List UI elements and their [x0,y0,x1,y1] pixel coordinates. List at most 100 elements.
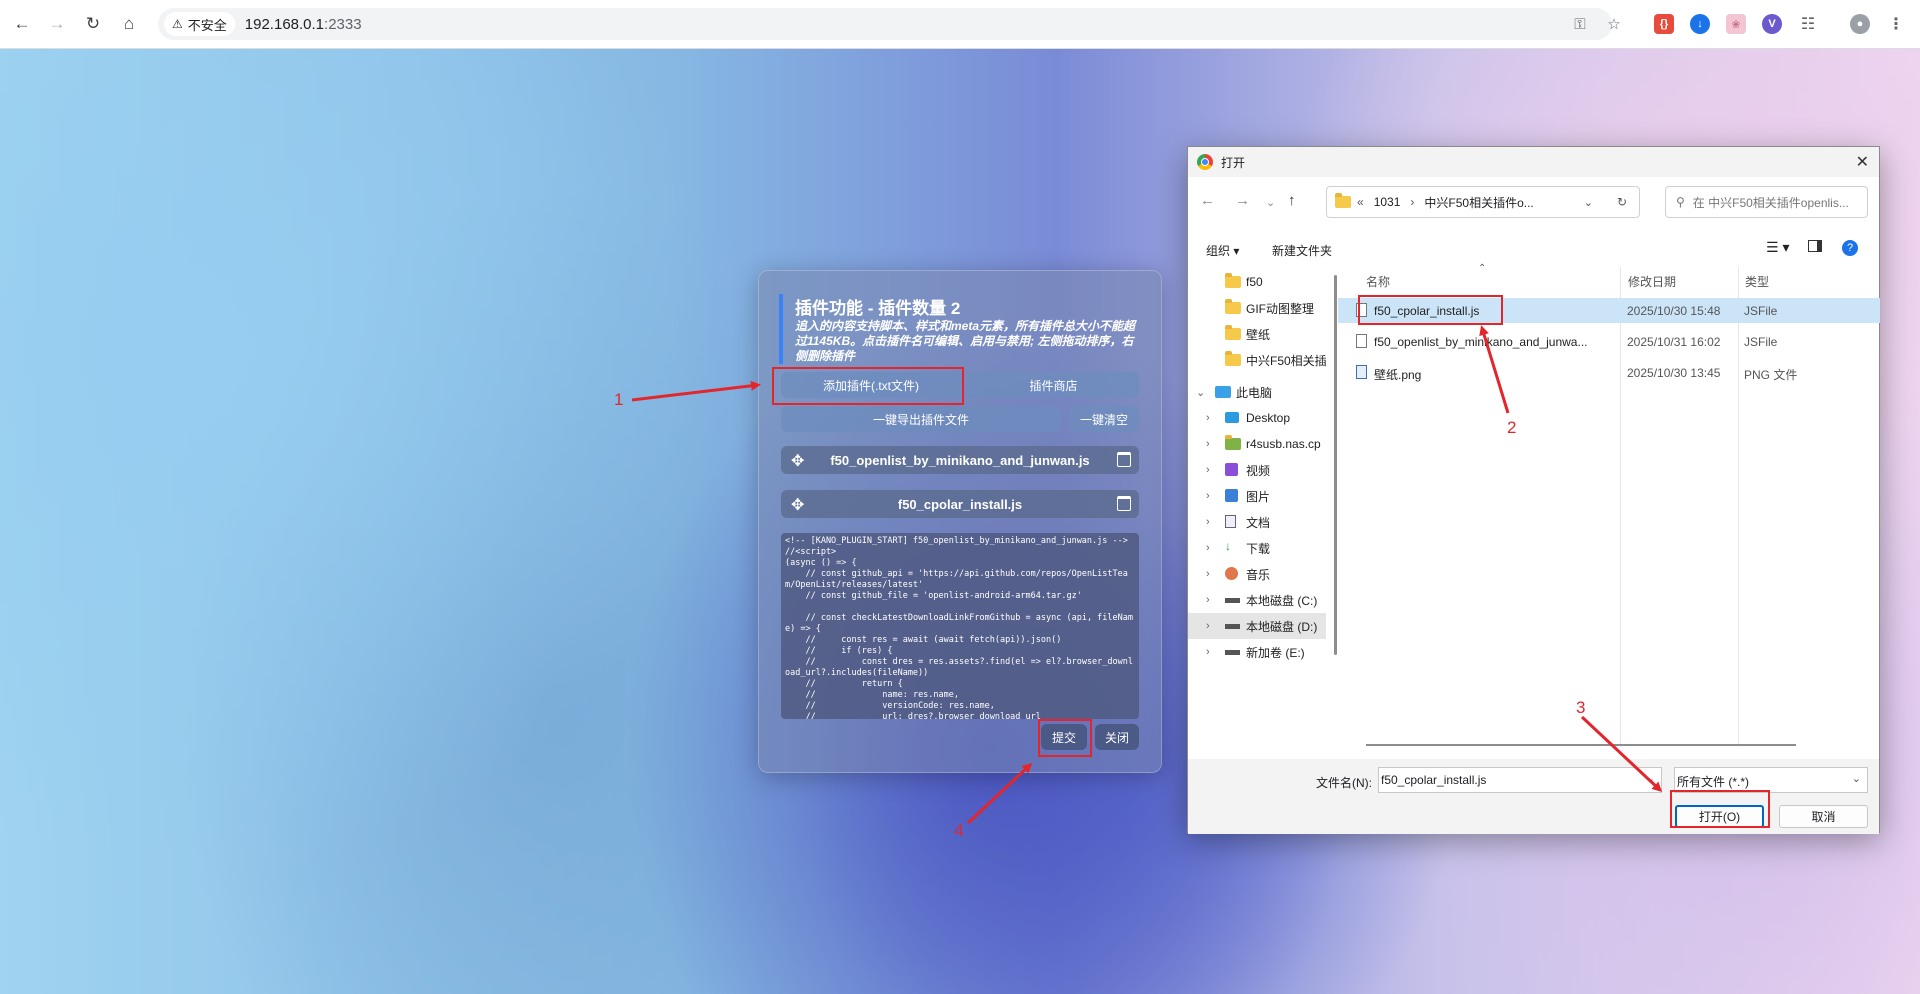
export-plugins-button[interactable]: 一键导出插件文件 [781,406,1061,432]
chevron-right-icon[interactable]: › [1206,438,1210,450]
chevron-down-icon[interactable]: ⌄ [1852,772,1861,785]
url-text: 192.168.0.1:2333 [245,16,362,33]
breadcrumb-item[interactable]: 中兴F50相关插件o... [1424,194,1533,211]
plugin-item[interactable]: ✥ f50_cpolar_install.js [781,490,1139,518]
drag-handle-icon[interactable]: ✥ [791,451,804,471]
tree-item-nas[interactable]: › r4susb.nas.cp [1188,431,1326,457]
new-folder-button[interactable]: 新建文件夹 [1272,242,1332,259]
annotation-number-1: 1 [614,390,624,409]
home-icon[interactable]: ⌂ [116,11,142,37]
tree-item-zte-plugins[interactable]: 中兴F50相关插 [1188,347,1326,373]
tree-item-wallpaper[interactable]: 壁纸 [1188,321,1326,347]
extension-code-icon[interactable]: {} [1654,14,1674,34]
tree-item-documents[interactable]: › 文档 [1188,509,1326,535]
plugin-item[interactable]: ✥ f50_openlist_by_minikano_and_junwan.js [781,446,1139,474]
network-folder-icon [1225,435,1241,450]
search-icon: ⚲ [1676,195,1685,209]
tree-item-f50[interactable]: f50 [1188,269,1326,295]
refresh-icon[interactable]: ↻ [1617,195,1627,209]
back-icon[interactable]: ← [9,11,35,37]
chevron-right-icon[interactable]: › [1206,542,1210,554]
menu-kebab-icon[interactable]: ⋮ [1886,14,1906,34]
breadcrumb-overflow[interactable]: « [1357,195,1364,209]
plugin-code-text[interactable]: <!-- [KANO_PLUGIN_START] f50_openlist_by… [785,536,1135,719]
clear-all-button[interactable]: 一键清空 [1069,406,1139,432]
chevron-right-icon[interactable]: › [1206,490,1210,502]
search-input[interactable]: ⚲ 在 中兴F50相关插件openlis... [1665,186,1868,218]
path-bar[interactable]: « 1031 › 中兴F50相关插件o... ⌄ ↻ [1326,186,1640,218]
tree-item-pictures[interactable]: › 图片 [1188,483,1326,509]
search-placeholder: 在 中兴F50相关插件openlis... [1692,195,1849,210]
chevron-right-icon[interactable]: › [1206,412,1210,424]
tree-item-drive-c[interactable]: › 本地磁盘 (C:) [1188,587,1326,613]
profile-avatar[interactable]: ● [1850,14,1870,34]
back-icon[interactable]: ← [1200,192,1215,209]
forward-icon[interactable]: → [1235,192,1250,209]
tree-item-desktop[interactable]: › Desktop [1188,405,1326,431]
tree-item-gif[interactable]: GIF动图整理 [1188,295,1326,321]
file-row[interactable]: 壁纸.png 2025/10/30 13:45 PNG 文件 [1338,360,1880,385]
column-name[interactable]: 名称 [1366,273,1390,290]
close-icon[interactable]: ✕ [1856,152,1869,172]
chevron-right-icon[interactable]: › [1206,620,1210,632]
chevron-right-icon[interactable]: › [1206,594,1210,606]
tree-item-drive-e[interactable]: › 新加卷 (E:) [1188,639,1326,665]
tree-item-label: 中兴F50相关插 [1246,353,1326,368]
path-dropdown-icon[interactable]: ⌄ [1584,196,1593,209]
file-date: 2025/10/31 16:02 [1627,335,1721,349]
history-chevron-icon[interactable]: ⌄ [1266,196,1275,209]
trash-icon[interactable] [1117,496,1131,511]
plugin-name[interactable]: f50_cpolar_install.js [898,497,1022,512]
column-date[interactable]: 修改日期 [1628,273,1676,290]
tree-item-label: 下载 [1246,541,1271,556]
help-icon[interactable]: ? [1842,240,1858,256]
view-options-icon[interactable]: ☰ ▾ [1766,239,1789,256]
filename-label: 文件名(N): [1316,776,1372,790]
close-button[interactable]: 关闭 [1095,724,1139,750]
filename-value[interactable]: f50_cpolar_install.js [1381,773,1486,787]
chevron-right-icon[interactable]: › [1206,516,1210,528]
file-date: 2025/10/30 15:48 [1627,304,1721,318]
tree-item-downloads[interactable]: › ↓ 下载 [1188,535,1326,561]
file-row[interactable]: f50_openlist_by_minikano_and_junwa... 20… [1338,329,1880,354]
chevron-down-icon[interactable]: ⌄ [1646,772,1655,785]
trash-icon[interactable] [1117,452,1131,467]
chevron-right-icon[interactable]: › [1206,568,1210,580]
up-folder-icon[interactable]: ↑ [1288,192,1296,209]
panel-title: 插件功能 - 插件数量 2 [779,294,1139,319]
cancel-button[interactable]: 取消 [1779,805,1868,828]
horizontal-scrollbar[interactable] [1366,744,1796,746]
sort-ascending-icon: ⌃ [1478,263,1487,274]
key-icon[interactable]: ⚿ [1570,14,1590,34]
filename-input[interactable]: f50_cpolar_install.js ⌄ [1378,767,1662,793]
plugin-name[interactable]: f50_openlist_by_minikano_and_junwan.js [830,453,1089,468]
extension-bow-icon[interactable]: ❀ [1726,14,1746,34]
tree-item-this-pc[interactable]: ⌄ 此电脑 [1188,379,1326,405]
tree-item-label: 音乐 [1246,567,1271,582]
drag-handle-icon[interactable]: ✥ [791,495,804,515]
security-chip[interactable]: ⚠ 不安全 [164,12,235,36]
address-bar[interactable]: ⚠ 不安全 192.168.0.1:2333 ⚿ ☆ [158,8,1621,40]
tree-item-videos[interactable]: › 视频 [1188,457,1326,483]
chevron-down-icon[interactable]: ⌄ [1196,386,1205,399]
filetype-value[interactable]: 所有文件 (*.*) [1677,775,1749,789]
column-type[interactable]: 类型 [1745,273,1769,290]
forward-icon[interactable]: → [44,11,70,37]
folder-icon [1225,325,1241,340]
preview-pane-icon[interactable] [1808,240,1822,252]
chevron-right-icon[interactable]: › [1206,646,1210,658]
extensions-puzzle-icon[interactable]: ☷ [1798,14,1818,34]
reload-icon[interactable]: ↻ [80,11,106,37]
tree-scrollbar[interactable] [1334,275,1337,655]
plugin-code-editor[interactable]: <!-- [KANO_PLUGIN_START] f50_openlist_by… [781,533,1139,719]
organize-menu[interactable]: 组织 ▾ [1206,242,1239,259]
plugin-store-button[interactable]: 插件商店 [968,372,1139,398]
tree-item-drive-d[interactable]: › 本地磁盘 (D:) [1188,613,1326,639]
tree-item-music[interactable]: › 音乐 [1188,561,1326,587]
chevron-right-icon[interactable]: › [1206,464,1210,476]
breadcrumb-item[interactable]: 1031 [1374,195,1401,209]
dialog-toolbar: 组织 ▾ 新建文件夹 ☰ ▾ ? [1188,231,1879,267]
bookmark-star-icon[interactable]: ☆ [1604,14,1624,34]
extension-download-icon[interactable]: ↓ [1690,14,1710,34]
extension-v-icon[interactable]: V [1762,14,1782,34]
